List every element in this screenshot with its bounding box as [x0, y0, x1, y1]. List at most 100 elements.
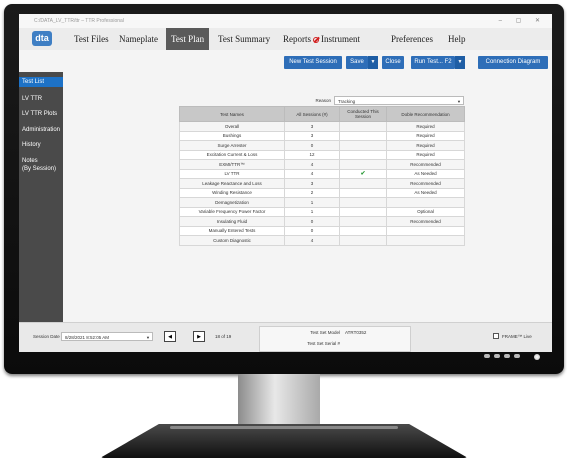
test-name-cell: Excitation Current & Loss [179, 149, 285, 160]
monitor-button [494, 354, 500, 358]
recommendation-cell: Required [386, 140, 465, 151]
frame-live-label: FRAME™ Live [502, 334, 532, 339]
menu-test-plan[interactable]: Test Plan [166, 28, 210, 50]
menu-test-files[interactable]: Test Files [74, 28, 109, 50]
recommendation-cell: Recommended [386, 178, 465, 189]
menu-reports[interactable]: Reports [283, 28, 311, 50]
table-row[interactable]: Custom Diagnostic 4 [179, 235, 465, 246]
recommendation-cell: As Needed [386, 168, 465, 179]
table-row[interactable]: Demagnetization 1 [179, 197, 465, 208]
test-set-info: Test Set Model ATRT0352 Test Set Serial … [259, 326, 411, 352]
menu-help[interactable]: Help [448, 28, 466, 50]
session-count-cell: 0 [284, 225, 340, 236]
run-test-button[interactable]: Run Test... F2 [411, 56, 455, 69]
recommendation-cell: Optional [386, 206, 465, 217]
conducted-cell [339, 187, 387, 198]
column-header-test-names: Test Names [179, 106, 285, 122]
close-button[interactable]: Close [382, 56, 404, 69]
conducted-cell [339, 178, 387, 189]
save-dropdown-icon[interactable]: ▼ [368, 56, 378, 69]
table-row[interactable]: Variable Frequency Power Factor 1 Optional [179, 206, 465, 217]
table-row[interactable]: Manually Entered Tests 0 [179, 225, 465, 236]
table-row[interactable]: Bushings 3 Required [179, 130, 465, 141]
session-count-cell: 3 [284, 121, 340, 132]
sidebar-item-administration[interactable]: Administration [19, 126, 63, 134]
test-name-cell: Surge Arrester [179, 140, 285, 151]
conducted-cell [339, 235, 387, 246]
table-row[interactable]: Leakage Reactance and Loss 3 Recommended [179, 178, 465, 189]
reason-value: Tracking [338, 98, 356, 104]
new-test-session-button[interactable]: New Test Session [284, 56, 342, 69]
session-page-indicator: 18 of 19 [215, 334, 232, 339]
reason-select[interactable]: Tracking ▼ [334, 95, 464, 105]
test-plan-panel: Reason Tracking ▼ Test Names All Sessions… [179, 95, 472, 246]
conducted-cell [339, 159, 387, 170]
status-bar: Session Date 8/28/2021 8:52:05 AM ▼ ◀ ▶ 1… [19, 322, 552, 352]
monitor-stand-highlight [170, 426, 398, 429]
run-test-dropdown-icon[interactable]: ▼ [455, 56, 465, 69]
session-count-cell: 0 [284, 216, 340, 227]
next-session-button[interactable]: ▶ [193, 331, 205, 342]
table-row[interactable]: EXMI/TTR™ 4 Recommended [179, 159, 465, 170]
conducted-cell [339, 140, 387, 151]
power-button-icon [534, 354, 540, 360]
monitor-button [514, 354, 520, 358]
test-set-model-label: Test Set Model [310, 330, 340, 335]
session-count-cell: 4 [284, 159, 340, 170]
table-row[interactable]: Surge Arrester 0 Required [179, 140, 465, 151]
session-date-select[interactable]: 8/28/2021 8:52:05 AM ▼ [61, 332, 153, 341]
recommendation-cell: Required [386, 149, 465, 160]
sidebar-item-history[interactable]: History [19, 141, 63, 149]
conducted-cell [339, 130, 387, 141]
menu-preferences[interactable]: Preferences [391, 28, 433, 50]
menu-nameplate[interactable]: Nameplate [119, 28, 158, 50]
conducted-cell [339, 149, 387, 160]
recommendation-cell [386, 235, 465, 246]
test-name-cell: Variable Frequency Power Factor [179, 206, 285, 217]
menu-instrument[interactable]: Instrument [313, 28, 360, 50]
no-entry-icon [313, 36, 319, 43]
conducted-cell: ✔ [339, 168, 387, 179]
column-header-recommendation: Doble Recommendation [386, 106, 465, 122]
reason-row: Reason Tracking ▼ [179, 95, 472, 105]
test-set-serial-label: Test Set Serial # [307, 341, 340, 346]
window-controls[interactable]: – ▢ ✕ [499, 14, 546, 28]
save-button[interactable]: Save [346, 56, 368, 69]
recommendation-cell: Required [386, 130, 465, 141]
column-header-all-sessions: All Sessions (#) [284, 106, 340, 122]
test-name-cell: Manually Entered Tests [179, 225, 285, 236]
table-row[interactable]: Overall 3 Required [179, 121, 465, 132]
sidebar-item-notes[interactable]: Notes (By Session) [19, 157, 63, 173]
connection-diagram-button[interactable]: Connection Diagram [478, 56, 548, 69]
recommendation-cell: Recommended [386, 159, 465, 170]
previous-session-button[interactable]: ◀ [164, 331, 176, 342]
monitor-stand-neck [238, 374, 320, 432]
sidebar-item-lv-ttr[interactable]: LV TTR [19, 95, 63, 103]
app-window: C:/DATA_LV_TTR/ttr – TTR Professional – … [19, 14, 552, 352]
test-name-cell: Leakage Reactance and Loss [179, 178, 285, 189]
chevron-down-icon: ▼ [146, 335, 150, 340]
monitor-button [504, 354, 510, 358]
conducted-cell [339, 121, 387, 132]
table-row[interactable]: Winding Resistance 2 As Needed [179, 187, 465, 198]
sidebar-item-test-list[interactable]: Test List [19, 77, 63, 87]
session-count-cell: 0 [284, 140, 340, 151]
test-name-cell: EXMI/TTR™ [179, 159, 285, 170]
session-count-cell: 4 [284, 168, 340, 179]
table-row[interactable]: LV TTR 4 ✔ As Needed [179, 168, 465, 179]
frame-live-checkbox[interactable] [493, 333, 499, 339]
table-row[interactable]: Excitation Current & Loss 12 Required [179, 149, 465, 160]
chevron-down-icon: ▼ [457, 98, 461, 104]
session-count-cell: 2 [284, 187, 340, 198]
test-name-cell: Custom Diagnostic [179, 235, 285, 246]
test-name-cell: Bushings [179, 130, 285, 141]
menu-test-summary[interactable]: Test Summary [218, 28, 270, 50]
sidebar-item-lv-ttr-plots[interactable]: LV TTR Plots [19, 110, 63, 118]
test-name-cell: Insulating Fluid [179, 216, 285, 227]
table-row[interactable]: Insulating Fluid 0 Recommended [179, 216, 465, 227]
session-count-cell: 12 [284, 149, 340, 160]
test-name-cell: Demagnetization [179, 197, 285, 208]
app-logo: dta [32, 31, 52, 46]
window-title: C:/DATA_LV_TTR/ttr – TTR Professional [19, 14, 552, 28]
conducted-cell [339, 225, 387, 236]
